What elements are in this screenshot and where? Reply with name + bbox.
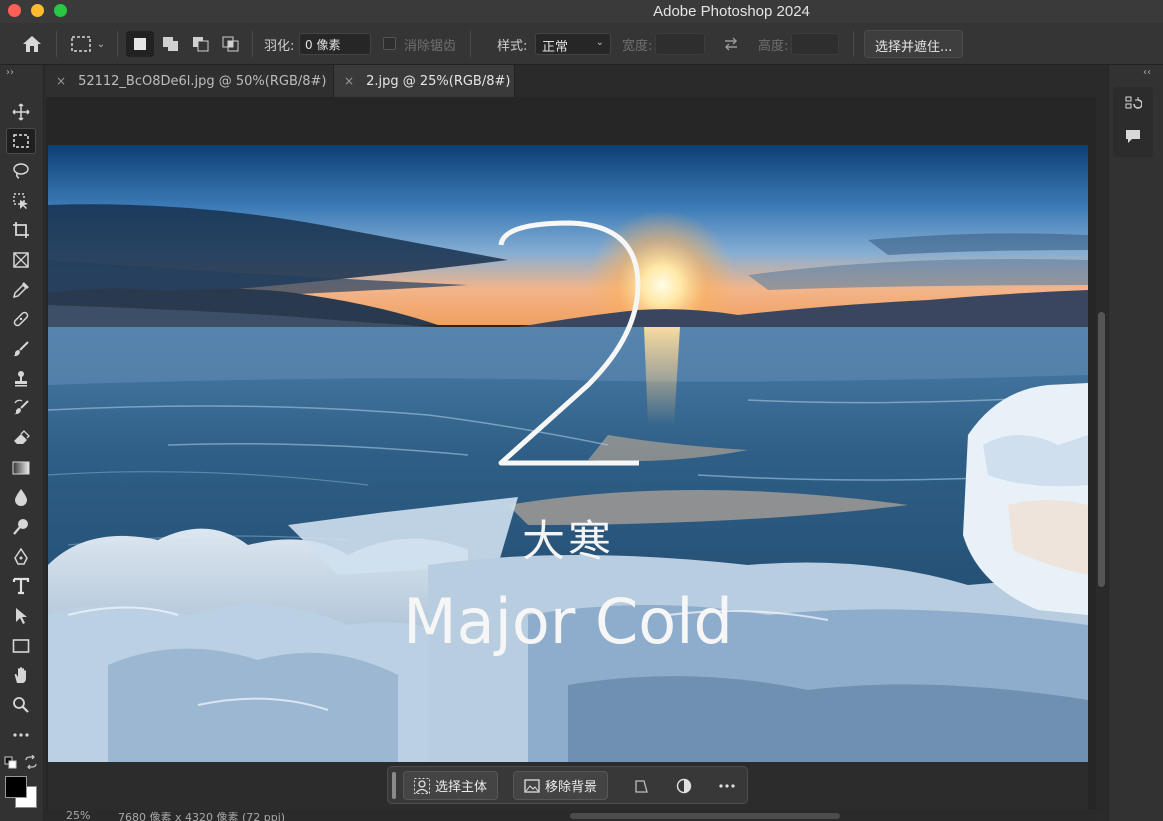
- drag-handle[interactable]: [392, 772, 396, 799]
- feather-label: 羽化:: [264, 39, 295, 54]
- crop-tool-icon[interactable]: [6, 217, 36, 243]
- dodge-tool-icon[interactable]: [6, 514, 36, 540]
- comments-panel-icon[interactable]: [1122, 125, 1144, 147]
- gradient-tool-icon[interactable]: [6, 455, 36, 481]
- swap-colors-icon[interactable]: [24, 754, 38, 770]
- subtract-selection-icon: [193, 37, 209, 52]
- close-tab-icon[interactable]: ×: [56, 74, 66, 88]
- scrollbar-thumb[interactable]: [1098, 312, 1105, 587]
- close-tab-icon[interactable]: ×: [344, 74, 354, 88]
- collapse-toolbar-icon[interactable]: ››: [6, 67, 14, 78]
- move-tool-icon[interactable]: [6, 99, 36, 125]
- image-icon: [524, 778, 540, 793]
- horizontal-scrollbar[interactable]: [570, 813, 840, 819]
- select-subject-button[interactable]: 选择主体: [403, 771, 499, 800]
- style-select-value: 正常: [542, 40, 569, 55]
- height-input[interactable]: [791, 33, 839, 55]
- select-subject-label: 选择主体: [435, 780, 488, 795]
- foreground-color-swatch[interactable]: [5, 776, 27, 798]
- select-and-mask-button[interactable]: 选择并遮住...: [864, 30, 964, 58]
- feather-input[interactable]: 0 像素: [299, 33, 371, 55]
- adjustment-icon[interactable]: [674, 776, 694, 796]
- zoom-tool-icon[interactable]: [6, 692, 36, 718]
- healing-brush-tool-icon[interactable]: [6, 306, 36, 332]
- new-selection-icon: [134, 38, 146, 50]
- type-tool-icon[interactable]: [6, 573, 36, 599]
- tab-document-2[interactable]: × 2.jpg @ 25%(RGB/8#): [334, 65, 515, 97]
- eraser-tool-icon[interactable]: [6, 425, 36, 451]
- height-label: 高度:: [758, 39, 789, 54]
- width-label: 宽度:: [622, 39, 653, 54]
- brush-tool-icon[interactable]: [6, 336, 36, 362]
- tab-document-1[interactable]: × 52112_BcO8De6l.jpg @ 50%(RGB/8#): [46, 65, 334, 97]
- swap-dimensions-button[interactable]: [721, 31, 741, 57]
- default-colors-icon[interactable]: [4, 755, 18, 769]
- swap-icon: [725, 37, 737, 51]
- lasso-tool-icon[interactable]: [6, 158, 36, 184]
- options-bar: ⌄ 羽化: 0 像素 消除锯齿 样式: 正常 ⌄ 宽度: 高度: 选择并遮住..…: [0, 23, 1163, 65]
- hand-tool-icon[interactable]: [6, 662, 36, 688]
- home-button[interactable]: [18, 31, 46, 57]
- zoom-level[interactable]: 25%: [66, 810, 90, 821]
- remove-background-label: 移除背景: [545, 780, 598, 795]
- marquee-icon: [71, 36, 91, 52]
- history-brush-tool-icon[interactable]: [6, 395, 36, 421]
- artwork-title-cn: 大寒: [522, 517, 614, 567]
- clone-stamp-tool-icon[interactable]: [6, 366, 36, 392]
- marquee-preset-picker[interactable]: ⌄: [66, 31, 110, 57]
- app-title: Adobe Photoshop 2024: [653, 3, 810, 20]
- artwork-title-en: Major Cold: [403, 585, 733, 658]
- photo-major-cold: [48, 145, 1088, 762]
- intersect-selection-button[interactable]: [217, 31, 245, 57]
- title-bar: Adobe Photoshop 2024: [0, 0, 1163, 23]
- antialias-checkbox[interactable]: [383, 37, 396, 50]
- tab-label: 52112_BcO8De6l.jpg @ 50%(RGB/8#): [78, 73, 327, 89]
- tab-label: 2.jpg @ 25%(RGB/8#): [366, 73, 511, 89]
- more-options-icon[interactable]: [717, 776, 737, 796]
- right-panel-dock: ‹‹: [1108, 65, 1163, 821]
- width-input[interactable]: [655, 33, 705, 55]
- antialias-label: 消除锯齿: [404, 39, 457, 54]
- eyedropper-tool-icon[interactable]: [6, 277, 36, 303]
- document-tabs: × 52112_BcO8De6l.jpg @ 50%(RGB/8#) × 2.j…: [46, 65, 1107, 97]
- blur-tool-icon[interactable]: [6, 484, 36, 510]
- add-selection-icon: [163, 37, 178, 51]
- rectangle-tool-icon[interactable]: [6, 633, 36, 659]
- transform-icon[interactable]: [631, 776, 651, 796]
- path-selection-tool-icon[interactable]: [6, 603, 36, 629]
- style-select[interactable]: 正常 ⌄: [535, 33, 611, 55]
- intersect-selection-icon: [222, 36, 239, 52]
- home-icon: [23, 36, 41, 52]
- chevron-down-icon: ⌄: [595, 37, 604, 48]
- subtract-from-selection-button[interactable]: [187, 31, 215, 57]
- marquee-tool-icon[interactable]: [6, 128, 36, 154]
- vertical-scrollbar[interactable]: [1096, 97, 1107, 812]
- object-selection-tool-icon[interactable]: [6, 188, 36, 214]
- new-selection-button[interactable]: [126, 31, 154, 57]
- frame-tool-icon[interactable]: [6, 247, 36, 273]
- document-info[interactable]: 7680 像素 x 4320 像素 (72 ppi): [118, 810, 285, 821]
- pen-tool-icon[interactable]: [6, 544, 36, 570]
- remove-background-button[interactable]: 移除背景: [513, 771, 609, 800]
- contextual-task-bar: 选择主体 移除背景: [387, 766, 748, 804]
- add-to-selection-button[interactable]: [157, 31, 185, 57]
- more-tools-icon[interactable]: [6, 722, 36, 748]
- document-canvas[interactable]: 大寒 Major Cold: [48, 145, 1088, 762]
- collapse-panels-icon[interactable]: ‹‹: [1143, 67, 1151, 78]
- history-panel-icon[interactable]: [1122, 93, 1144, 115]
- tools-panel: ››: [0, 65, 44, 821]
- select-subject-icon: [414, 777, 430, 794]
- style-label: 样式:: [497, 39, 528, 54]
- chevron-down-icon: ⌄: [96, 38, 106, 50]
